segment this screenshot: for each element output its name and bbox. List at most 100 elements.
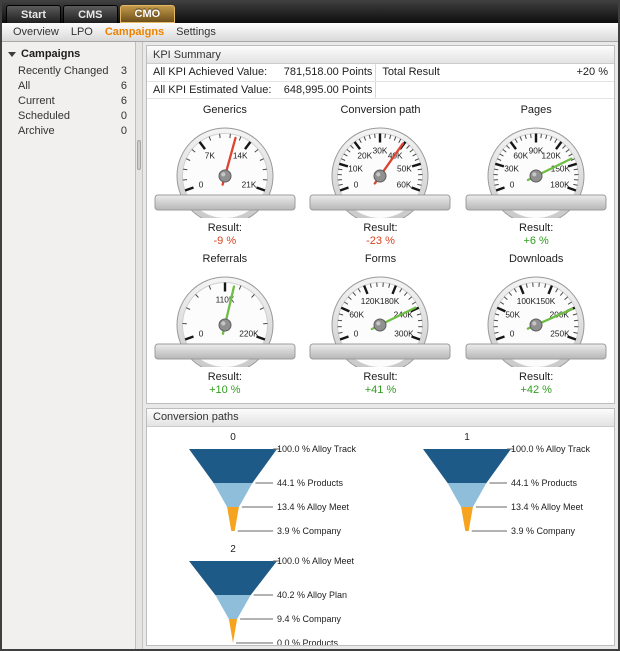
sidebar-header-campaigns[interactable]: Campaigns [2,46,135,64]
kpi-label: All KPI Estimated Value: [147,81,278,98]
gauge-forms: Forms060K120K180K240K300KResult:+41 % [303,250,459,399]
gauge-downloads: Downloads050K100K150K200K250KResult:+42 … [458,250,614,399]
gauge-title: Referrals [203,253,248,265]
sidebar-item-current[interactable]: Current6 [2,94,135,109]
kpi-value: 781,518.00 Points [278,64,376,81]
svg-text:30K: 30K [504,163,519,173]
svg-text:100.0 % Alloy Track: 100.0 % Alloy Track [511,444,591,454]
kpi-summary-table: All KPI Achieved Value:781,518.00 Points… [147,64,614,99]
menubar: OverviewLPOCampaignsSettings [2,23,618,42]
svg-text:0.0 % Products: 0.0 % Products [277,638,339,647]
gauge-pages: Pages030K60K90K120K150K180KResult:+6 % [458,101,614,250]
gauge-result: Result:-9 % [208,222,242,248]
tab-start[interactable]: Start [6,5,61,23]
sidebar-item-list: Recently Changed3All6Current6Scheduled0A… [2,64,135,139]
menu-item-lpo[interactable]: LPO [65,24,99,40]
sidebar-item-scheduled[interactable]: Scheduled0 [2,109,135,124]
sidebar-item-label: Recently Changed [18,65,109,77]
gauge-dial: 0110K220K [150,267,300,367]
svg-text:0: 0 [510,328,515,338]
sidebar-item-label: Archive [18,125,55,137]
gauge-referrals: Referrals 0110K220K Result:+10 % [147,250,303,399]
svg-text:20K: 20K [358,150,373,160]
svg-text:50K: 50K [505,309,520,319]
svg-text:50K: 50K [398,163,413,173]
svg-text:220K: 220K [239,328,259,338]
gauge-dial: 010K20K30K40K50K60K [305,118,455,218]
gauge-title: Downloads [509,253,563,265]
gauge-result-value: +41 % [363,384,397,397]
funnel-chart: 1100.0 % Alloy Track44.1 % Products13.4 … [381,431,614,541]
svg-text:120K: 120K [361,296,381,306]
svg-text:60K: 60K [514,150,529,160]
sidebar-item-all[interactable]: All 6 [2,79,135,94]
sidebar-item-count: 0 [121,125,127,137]
gauge-conversion-path: Conversion path010K20K30K40K50K60KResult… [303,101,459,250]
svg-text:180K: 180K [550,179,570,189]
svg-text:10K: 10K [349,163,364,173]
menu-item-campaigns[interactable]: Campaigns [99,24,170,40]
svg-text:3.9 % Company: 3.9 % Company [277,526,342,536]
funnel-number: 1 [464,432,470,443]
menu-item-settings[interactable]: Settings [170,24,222,40]
svg-text:44.1 % Products: 44.1 % Products [277,478,344,488]
menu-item-overview[interactable]: Overview [7,24,65,40]
kpi-total-value [469,81,614,98]
sidebar-item-archive[interactable]: Archive 0 [2,124,135,139]
gauge-title: Conversion path [340,104,420,116]
gauge-title: Forms [365,253,396,265]
sidebar-header-label: Campaigns [21,48,80,60]
svg-text:0: 0 [354,328,359,338]
sidebar-item-count: 6 [121,95,127,107]
sidebar-splitter[interactable] [136,42,143,649]
sidebar-item-label: All [18,80,30,92]
funnel-chart: 0100.0 % Alloy Track44.1 % Products13.4 … [147,431,380,541]
gauge-result: Result:+41 % [363,371,397,397]
svg-text:0: 0 [510,179,515,189]
gauge-title: Generics [203,104,247,116]
gauge-title: Pages [521,104,552,116]
gauge-generics: Generics 07K14K21K Result:-9 % [147,101,303,250]
tab-cms[interactable]: CMS [63,5,117,23]
gauge-result: Result:+10 % [208,371,242,397]
svg-text:30K: 30K [373,145,388,155]
svg-text:44.1 % Products: 44.1 % Products [511,478,578,488]
gauge-dial: 050K100K150K200K250K [461,267,611,367]
gauge-result-value: -23 % [363,235,397,248]
svg-text:60K: 60K [397,179,412,189]
funnel-0: 0100.0 % Alloy Track44.1 % Products13.4 … [147,431,381,541]
svg-text:0: 0 [199,179,204,189]
gauge-result: Result:-23 % [363,222,397,248]
svg-text:3.9 % Company: 3.9 % Company [511,526,576,536]
tab-cmo[interactable]: CMO [120,5,176,23]
svg-text:250K: 250K [550,328,570,338]
sidebar-item-count: 3 [121,65,127,77]
gauge-result: Result:+6 % [519,222,553,248]
conversion-paths-panel: Conversion paths 0100.0 % Alloy Track44.… [146,408,615,647]
gauge-dial: 07K14K21K [150,118,300,218]
kpi-summary-panel-header: KPI Summary [147,46,614,64]
svg-text:21K: 21K [241,179,256,189]
gauge-result-value: +42 % [519,384,553,397]
svg-text:180K: 180K [380,296,400,306]
svg-text:100K: 100K [517,296,537,306]
kpi-table-body: All KPI Achieved Value:781,518.00 Points… [147,64,614,98]
sidebar-item-recently-changed[interactable]: Recently Changed 3 [2,64,135,79]
main-content: KPI Summary All KPI Achieved Value:781,5… [143,42,618,649]
funnel-grid: 0100.0 % Alloy Track44.1 % Products13.4 … [147,427,614,647]
svg-text:150K: 150K [536,296,556,306]
kpi-summary-panel: KPI Summary All KPI Achieved Value:781,5… [146,45,615,404]
funnel-number: 2 [230,544,236,555]
sidebar-item-count: 0 [121,110,127,122]
svg-text:0: 0 [354,179,359,189]
gauge-result-value: +6 % [519,235,553,248]
svg-text:100.0 % Alloy Meet: 100.0 % Alloy Meet [277,556,355,566]
kpi-value: 648,995.00 Points [278,81,376,98]
kpi-total-value: +20 % [469,64,614,81]
svg-text:9.4 % Company: 9.4 % Company [277,614,342,624]
svg-text:0: 0 [199,328,204,338]
svg-text:300K: 300K [395,328,415,338]
sidebar-item-count: 6 [121,80,127,92]
splitter-grip[interactable] [137,140,141,170]
kpi-row: All KPI Achieved Value:781,518.00 Points… [147,64,614,81]
